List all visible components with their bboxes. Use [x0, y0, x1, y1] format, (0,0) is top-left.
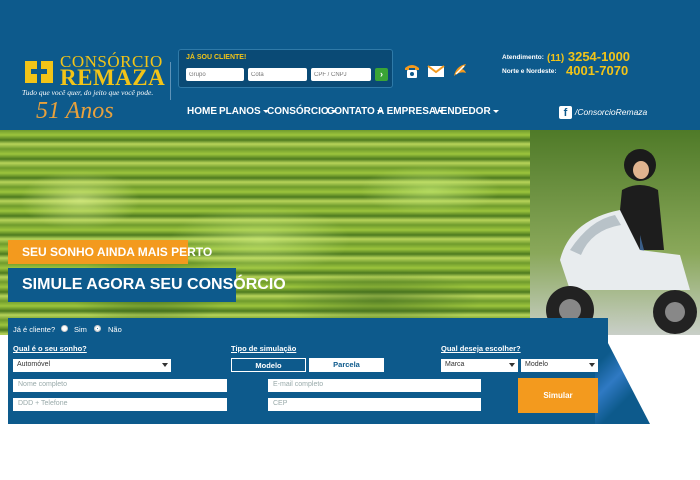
anniversary-mark: 51 Anos	[36, 98, 114, 124]
chat-icon[interactable]	[451, 62, 469, 79]
nav-a-empresa-label: A EMPRESA	[377, 106, 437, 117]
client-login-title: JÁ SOU CLIENTE!	[186, 54, 247, 61]
sim-type-parcela[interactable]: Parcela	[309, 358, 384, 372]
radio-no-label: Não	[108, 325, 122, 334]
model-select-value: Modelo	[525, 361, 548, 368]
scooter-rider-image	[546, 149, 697, 334]
attendance-label: Atendimento:	[502, 54, 544, 61]
nav-contato-label: CONTATO	[327, 106, 375, 117]
chevron-down-icon	[162, 363, 168, 367]
nav-planos-label: PLANOS	[219, 106, 261, 117]
facebook-link[interactable]: /ConsorcioRemaza	[575, 107, 647, 117]
nav-vendedor-label: VENDEDOR	[434, 106, 491, 117]
header-divider	[170, 62, 171, 100]
chevron-down-icon	[589, 363, 595, 367]
hero-banner-image	[0, 130, 700, 335]
group-input[interactable]	[186, 68, 244, 81]
nav-home[interactable]: HOME	[187, 106, 217, 117]
sim-type-label: Tipo de simulação	[231, 344, 297, 353]
attendance-ddd: (11)	[547, 53, 565, 64]
attendance-number[interactable]: (11) 3254-1000	[547, 49, 630, 64]
cep-field[interactable]: CEP	[268, 398, 481, 411]
north-label: Norte e Nordeste:	[502, 68, 557, 75]
radio-no[interactable]	[94, 325, 101, 332]
hero-banner-large: SIMULE AGORA SEU CONSÓRCIO	[8, 268, 286, 302]
brand-select[interactable]: Marca	[441, 359, 518, 372]
phone-icon[interactable]	[403, 62, 421, 79]
choose-label: Qual deseja escolher?	[441, 344, 521, 353]
email-field[interactable]: E-mail completo	[268, 379, 481, 392]
radio-yes-label: Sim	[74, 325, 87, 334]
nav-planos[interactable]: PLANOS	[219, 106, 269, 117]
brand-tagline: Tudo que você quer, do jeito que você po…	[22, 88, 154, 97]
cpf-cnpj-input[interactable]	[311, 68, 371, 81]
model-select[interactable]: Modelo	[521, 359, 598, 372]
dream-select[interactable]: Automóvel	[13, 359, 171, 372]
cota-input[interactable]	[248, 68, 307, 81]
site-header: CONSÓRCIO REMAZA Tudo que você quer, do …	[0, 0, 700, 130]
nav-contato[interactable]: CONTATO	[327, 106, 383, 117]
name-field[interactable]: Nome completo	[13, 379, 227, 392]
chevron-down-icon	[492, 109, 499, 113]
brand-select-value: Marca	[445, 361, 465, 368]
sim-type-modelo[interactable]: Modelo	[231, 358, 306, 372]
attendance-phone: 3254-1000	[567, 49, 631, 64]
client-question-label: Já é cliente?	[13, 325, 56, 334]
nav-home-label: HOME	[187, 106, 217, 117]
hero-banner-small: SEU SONHO AINDA MAIS PERTO	[8, 240, 212, 264]
chevron-down-icon	[509, 363, 515, 367]
facebook-icon[interactable]: f	[559, 106, 572, 119]
simulate-button[interactable]: Simular	[518, 378, 598, 413]
dream-label: Qual é o seu sonho?	[13, 344, 87, 353]
radio-yes[interactable]	[61, 325, 68, 332]
north-phone[interactable]: 4001-7070	[566, 63, 628, 78]
mail-icon[interactable]	[427, 62, 445, 79]
nav-consorcio-label: CONSÓRCIO	[267, 106, 329, 117]
dream-select-value: Automóvel	[17, 361, 51, 368]
client-login-box: JÁ SOU CLIENTE! ›	[178, 49, 393, 88]
nav-vendedor[interactable]: VENDEDOR	[434, 106, 499, 117]
arrow-right-icon[interactable]: ›	[375, 68, 388, 81]
phone-field[interactable]: DDD + Telefone	[13, 398, 227, 411]
remaza-logo-icon[interactable]	[22, 57, 56, 87]
